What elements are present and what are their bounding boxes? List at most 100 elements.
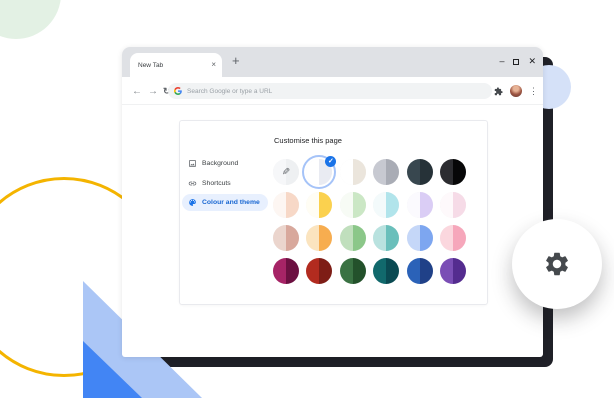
tab-title: New Tab <box>136 62 211 69</box>
theme-swatch[interactable] <box>306 225 332 251</box>
swatch-right-half <box>420 159 433 185</box>
address-bar[interactable]: Search Google or type a URL <box>168 83 492 99</box>
theme-swatch[interactable] <box>440 225 466 251</box>
theme-swatch[interactable] <box>273 192 299 218</box>
sidebar-item-colour-and-theme[interactable]: Colour and theme <box>182 194 268 211</box>
swatch-left-half <box>440 258 453 284</box>
menu-icon[interactable]: ⋮ <box>529 87 538 96</box>
swatch-circle <box>407 159 433 185</box>
theme-swatch[interactable] <box>373 225 399 251</box>
theme-swatch[interactable] <box>407 225 433 251</box>
theme-swatch[interactable] <box>340 225 366 251</box>
sidebar-item-shortcuts[interactable]: Shortcuts <box>182 175 268 192</box>
theme-swatch[interactable] <box>440 159 466 185</box>
swatch-right-half <box>286 258 299 284</box>
swatch-circle <box>306 192 332 218</box>
swatch-right-half <box>353 258 366 284</box>
swatch-circle <box>373 192 399 218</box>
theme-swatch[interactable] <box>373 258 399 284</box>
pencil-icon: ✎ <box>273 159 299 185</box>
swatch-right-half <box>453 225 466 251</box>
theme-swatch[interactable] <box>407 192 433 218</box>
forward-icon[interactable]: → <box>148 77 158 105</box>
theme-swatch[interactable]: ✓ <box>306 159 332 185</box>
tab-close-icon[interactable]: × <box>211 61 216 69</box>
image-icon <box>188 159 197 168</box>
swatch-right-half <box>353 225 366 251</box>
swatch-left-half <box>340 159 353 185</box>
swatch-left-half <box>373 225 386 251</box>
theme-swatch[interactable] <box>273 258 299 284</box>
swatch-circle <box>306 225 332 251</box>
theme-swatch[interactable] <box>373 159 399 185</box>
window-controls: – ✕ <box>499 57 536 66</box>
sidebar-item-label: Shortcuts <box>202 180 231 187</box>
profile-avatar[interactable] <box>510 85 522 97</box>
close-button[interactable]: ✕ <box>528 57 536 66</box>
maximize-button[interactable] <box>513 59 519 65</box>
back-icon[interactable]: ← <box>132 77 142 105</box>
theme-swatch[interactable] <box>407 159 433 185</box>
theme-swatch[interactable] <box>306 192 332 218</box>
custom-colour-picker-swatch[interactable]: ✎ <box>273 159 299 185</box>
swatch-circle <box>407 258 433 284</box>
swatch-right-half <box>453 258 466 284</box>
theme-swatch-grid: ✎✓ <box>273 159 466 284</box>
swatch-left-half <box>273 258 286 284</box>
swatch-right-half <box>286 192 299 218</box>
swatch-row: ✎✓ <box>273 159 466 185</box>
swatch-circle <box>440 225 466 251</box>
sidebar-item-label: Background <box>202 160 238 167</box>
swatch-right-half <box>319 192 332 218</box>
swatch-left-half <box>440 159 453 185</box>
theme-swatch[interactable] <box>440 258 466 284</box>
swatch-circle <box>273 225 299 251</box>
theme-swatch[interactable] <box>340 258 366 284</box>
swatch-left-half <box>340 225 353 251</box>
theme-swatch[interactable] <box>273 225 299 251</box>
swatch-circle <box>340 225 366 251</box>
link-icon <box>188 179 197 188</box>
swatch-circle <box>407 225 433 251</box>
theme-swatch[interactable] <box>373 192 399 218</box>
swatch-right-half <box>319 225 332 251</box>
swatch-circle <box>340 159 366 185</box>
extension-icon[interactable] <box>494 87 503 96</box>
swatch-right-half <box>386 192 399 218</box>
theme-swatch[interactable] <box>306 258 332 284</box>
swatch-circle <box>340 192 366 218</box>
swatch-circle <box>273 192 299 218</box>
swatch-left-half <box>306 225 319 251</box>
swatch-right-half <box>319 258 332 284</box>
swatch-right-half <box>453 159 466 185</box>
swatch-circle <box>273 258 299 284</box>
browser-window: New Tab × + – ✕ ← → ↻ Search Googl <box>122 47 543 357</box>
new-tab-button[interactable]: + <box>232 54 240 67</box>
swatch-left-half <box>373 192 386 218</box>
panel-sidebar: Background Shortcuts Colour and theme <box>182 155 268 214</box>
settings-circle[interactable] <box>512 219 602 309</box>
swatch-circle <box>440 192 466 218</box>
swatch-left-half <box>407 192 420 218</box>
swatch-right-half <box>353 159 366 185</box>
sidebar-item-label: Colour and theme <box>202 199 260 206</box>
swatch-left-half <box>273 192 286 218</box>
swatch-left-half <box>440 225 453 251</box>
swatch-right-half <box>386 159 399 185</box>
swatch-right-half <box>420 258 433 284</box>
theme-swatch[interactable] <box>440 192 466 218</box>
swatch-circle <box>306 258 332 284</box>
tab-new-tab[interactable]: New Tab × <box>130 53 222 77</box>
swatch-right-half <box>453 192 466 218</box>
sidebar-item-background[interactable]: Background <box>182 155 268 172</box>
theme-swatch[interactable] <box>340 159 366 185</box>
swatch-left-half <box>373 258 386 284</box>
card-title: Customise this page <box>274 136 342 145</box>
mint-circle-decoration <box>0 0 61 39</box>
theme-swatch[interactable] <box>407 258 433 284</box>
swatch-left-half <box>373 159 386 185</box>
theme-swatch[interactable] <box>340 192 366 218</box>
swatch-right-half <box>420 192 433 218</box>
swatch-right-half <box>386 225 399 251</box>
minimize-button[interactable]: – <box>499 57 504 66</box>
